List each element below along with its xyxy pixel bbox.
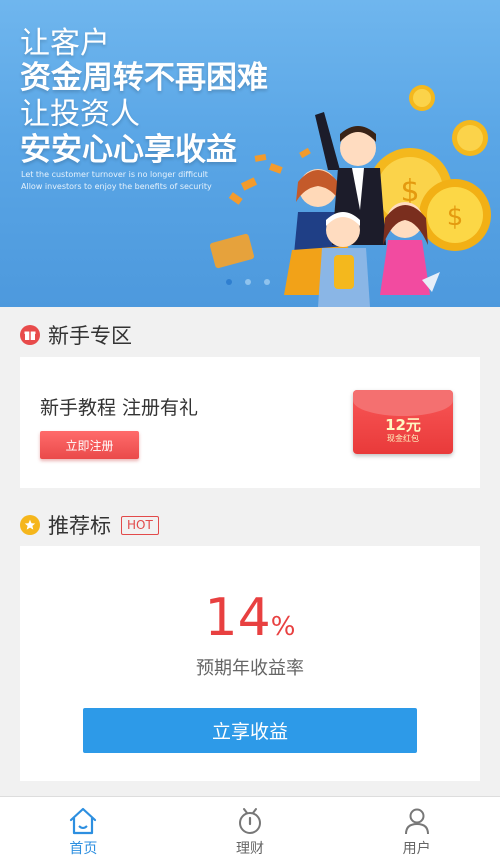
tab-home[interactable]: 首页 bbox=[0, 797, 167, 864]
recommend-card: 14% 预期年收益率 立享收益 bbox=[20, 546, 480, 781]
recommend-section-title: 推荐标 bbox=[48, 514, 111, 538]
banner-subtitle-2: Allow investors to enjoy the benefits of… bbox=[21, 182, 212, 191]
annual-rate: 14% bbox=[20, 588, 480, 648]
newbie-card: 新手教程 注册有礼 立即注册 12元 现金红包 bbox=[20, 357, 480, 488]
gift-icon bbox=[20, 325, 40, 345]
newbie-section-header: 新手专区 bbox=[20, 320, 132, 350]
bottom-tab-bar: 首页 理财 用户 bbox=[0, 796, 500, 864]
red-envelope[interactable]: 12元 现金红包 bbox=[353, 390, 453, 454]
tab-user[interactable]: 用户 bbox=[333, 797, 500, 864]
banner-illustration: $ $ bbox=[209, 85, 491, 307]
newbie-section-title: 新手专区 bbox=[48, 324, 132, 348]
rate-value: 14 bbox=[204, 588, 271, 648]
invest-button[interactable]: 立享收益 bbox=[83, 708, 417, 753]
carousel-dot-2[interactable] bbox=[245, 279, 251, 285]
girl-figure bbox=[380, 202, 430, 295]
tab-finance[interactable]: 理财 bbox=[167, 797, 334, 864]
tab-finance-label: 理财 bbox=[236, 841, 264, 857]
hot-badge: HOT bbox=[121, 515, 159, 535]
banner-subtitle-1: Let the customer turnover is no longer d… bbox=[21, 170, 208, 179]
rate-label: 预期年收益率 bbox=[196, 658, 304, 679]
carousel-dot-3[interactable] bbox=[264, 279, 270, 285]
envelope-flap bbox=[353, 390, 453, 416]
finance-icon bbox=[239, 808, 261, 834]
user-icon bbox=[404, 808, 429, 835]
carousel-dots[interactable] bbox=[226, 279, 270, 285]
star-icon bbox=[20, 515, 40, 535]
rate-unit: % bbox=[270, 612, 296, 642]
envelope-amount: 12元 bbox=[385, 416, 421, 434]
tab-user-label: 用户 bbox=[402, 841, 431, 857]
promo-banner[interactable]: 让客户 资金周转不再困难 让投资人 安安心心享收益 Let the custom… bbox=[0, 0, 500, 307]
newbie-card-title: 新手教程 注册有礼 bbox=[40, 397, 199, 419]
recommend-section-header: 推荐标 HOT bbox=[20, 510, 159, 540]
tab-home-label: 首页 bbox=[69, 841, 98, 857]
home-icon bbox=[70, 807, 97, 835]
register-button[interactable]: 立即注册 bbox=[40, 431, 139, 459]
envelope-label: 现金红包 bbox=[387, 434, 419, 443]
carousel-dot-1[interactable] bbox=[226, 279, 232, 285]
svg-text:$: $ bbox=[447, 202, 464, 232]
